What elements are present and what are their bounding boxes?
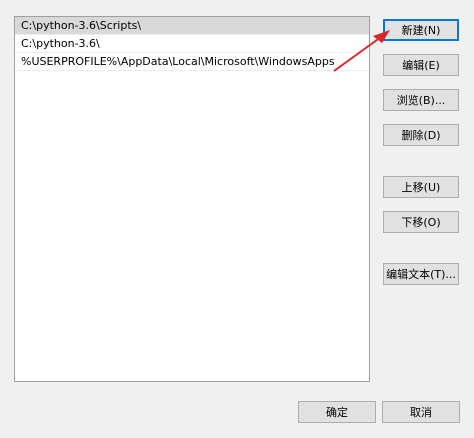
path-list-item[interactable]: C:\python-3.6\Scripts\ <box>15 17 369 35</box>
ok-button[interactable]: 确定 <box>298 401 376 423</box>
cancel-button[interactable]: 取消 <box>382 401 460 423</box>
move-down-button[interactable]: 下移(O) <box>383 211 459 233</box>
delete-button[interactable]: 删除(D) <box>383 124 459 146</box>
browse-button[interactable]: 浏览(B)... <box>383 89 459 111</box>
new-button[interactable]: 新建(N) <box>383 19 459 41</box>
move-up-button[interactable]: 上移(U) <box>383 176 459 198</box>
path-list[interactable]: C:\python-3.6\Scripts\ C:\python-3.6\ %U… <box>14 16 370 382</box>
path-list-item[interactable]: %USERPROFILE%\AppData\Local\Microsoft\Wi… <box>15 53 369 71</box>
edit-text-button[interactable]: 编辑文本(T)... <box>383 263 459 285</box>
path-list-item[interactable]: C:\python-3.6\ <box>15 35 369 53</box>
edit-button[interactable]: 编辑(E) <box>383 54 459 76</box>
edit-environment-variable-dialog: C:\python-3.6\Scripts\ C:\python-3.6\ %U… <box>0 0 474 438</box>
